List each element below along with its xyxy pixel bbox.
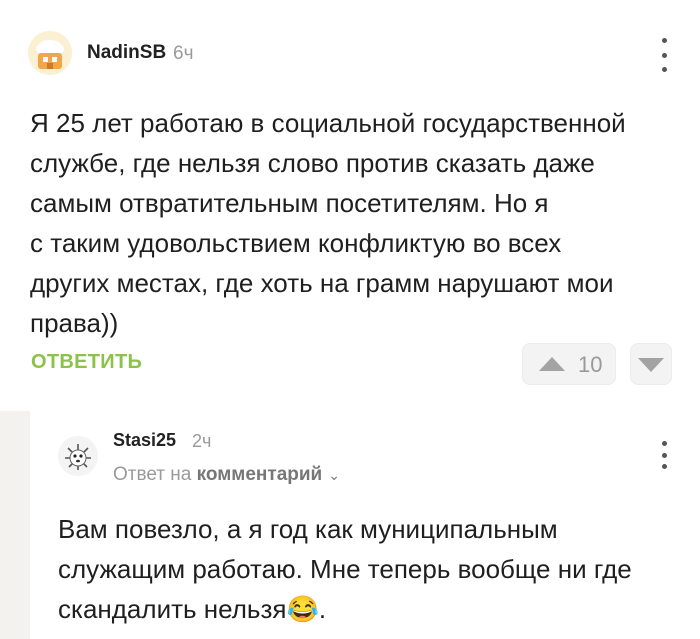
more-vertical-icon[interactable] [658,441,670,469]
username[interactable]: NadinSB [87,42,166,64]
comment-time: 6ч [173,43,194,64]
rating-count: 10 [578,352,603,377]
reply-to-prefix: Ответ на [113,464,192,485]
text-line: Я 25 лет работаю в социальной государств… [30,108,626,138]
reply-text: Вам повезло, а я год как муниципальным с… [58,509,632,629]
avatar-dog-icon [58,436,98,476]
text-line: служащим работаю. Мне теперь вообще ни г… [58,554,632,584]
user-avatar[interactable] [28,31,72,75]
reply-button[interactable]: ОТВЕТИТЬ [31,351,142,374]
reply-time: 2ч [192,431,212,451]
chevron-down-icon: ⌄ [328,467,340,483]
text-line: службе, где нельзя слово против сказать … [30,148,595,178]
thread-line[interactable] [0,411,30,639]
reply-username[interactable]: Stasi25 [113,430,176,451]
text-line: права)) [30,308,119,338]
text-line: других местах, где хоть на грамм нарушаю… [30,268,614,298]
reply-to-link[interactable]: Ответ на комментарий ⌄ [113,464,340,486]
text-line: скандалить нельзя😂. [58,594,327,624]
more-vertical-icon[interactable] [658,38,670,72]
text-line: самым отвратительным посетителям. Но я [30,188,549,218]
downvote-button[interactable] [630,343,672,385]
text-line: Вам повезло, а я год как муниципальным [58,514,558,544]
text-line: с таким удовольствием конфликтую во всех [30,228,562,258]
arrow-up-icon [539,357,565,371]
comment-text: Я 25 лет работаю в социальной государств… [30,103,626,343]
avatar-house-icon [28,31,72,75]
reply-user-avatar[interactable] [58,436,98,476]
upvote-button[interactable]: 10 [522,343,616,385]
reply-to-target: комментарий [196,464,323,485]
arrow-down-icon [638,358,664,372]
